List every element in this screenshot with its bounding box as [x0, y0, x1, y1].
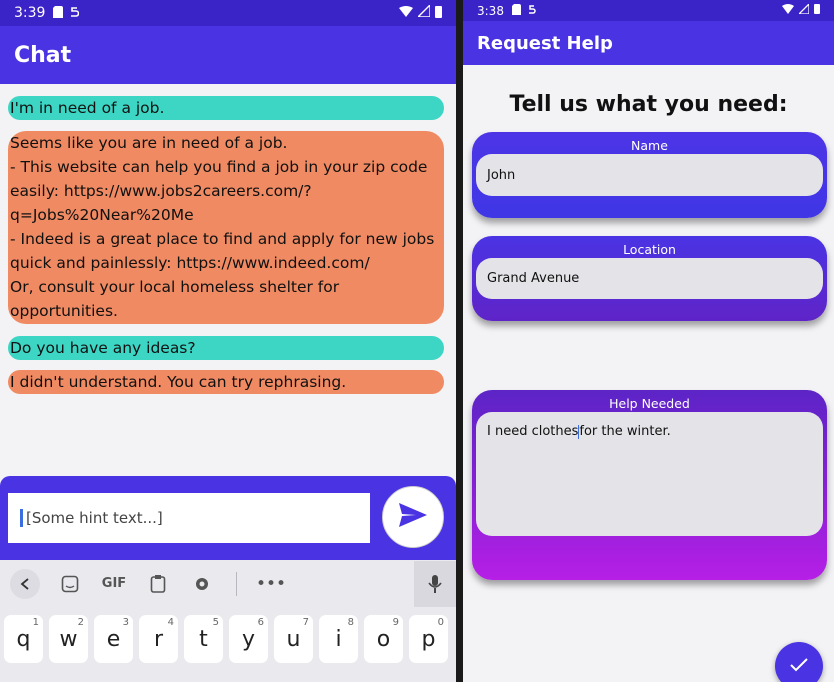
help-needed-card: Help Needed I need clothesfor the winter…: [472, 390, 827, 580]
app-bar: Request Help: [463, 21, 834, 65]
location-field[interactable]: Grand Avenue: [476, 258, 823, 299]
checkmark-icon: [790, 657, 808, 676]
location-label: Location: [623, 242, 676, 257]
sd-card-icon: [511, 3, 521, 18]
gear-icon[interactable]: [180, 564, 224, 604]
chat-screen: 3:39 Chat I'm in need of a job. Seems li…: [0, 0, 456, 682]
page-title: Request Help: [477, 32, 613, 54]
form-heading: Tell us what you need:: [509, 92, 788, 117]
s-notification-icon: [527, 4, 536, 18]
help-needed-label: Help Needed: [609, 396, 690, 411]
location-card: Location Grand Avenue: [472, 236, 827, 321]
location-value: Grand Avenue: [487, 271, 580, 286]
keyboard-toolbar: GIF •••: [0, 560, 456, 607]
message-text: I'm in need of a job.: [10, 99, 165, 117]
battery-icon: [814, 3, 820, 18]
submit-button[interactable]: [775, 642, 823, 682]
send-icon: [398, 502, 428, 532]
key-q[interactable]: 1q: [4, 615, 43, 663]
key-e[interactable]: 3e: [94, 615, 133, 663]
app-bar: Chat: [0, 26, 456, 84]
message-bubble-bot: Seems like you are in need of a job. - T…: [8, 131, 444, 324]
help-needed-field[interactable]: I need clothesfor the winter.: [476, 412, 823, 536]
more-icon[interactable]: •••: [249, 564, 293, 604]
sticker-icon[interactable]: [48, 564, 92, 604]
message-composer: [Some hint text...]: [0, 476, 456, 560]
key-i[interactable]: 8i: [319, 615, 358, 663]
status-bar: 3:39: [0, 0, 456, 26]
key-w[interactable]: 2w: [49, 615, 88, 663]
status-time: 3:38: [477, 3, 504, 18]
sd-card-icon: [53, 5, 64, 21]
name-value: John: [487, 167, 516, 183]
key-t[interactable]: 5t: [184, 615, 223, 663]
signal-icon: [797, 2, 810, 18]
text-caret: [20, 509, 23, 527]
keyboard-keys: 1q 2w 3e 4r 5t 6y 7u 8i 9o 0p: [0, 607, 456, 682]
status-bar: 3:38: [463, 0, 834, 21]
help-needed-value-end: for the winter.: [579, 424, 671, 439]
clipboard-icon[interactable]: [136, 564, 180, 604]
message-text: Do you have any ideas?: [10, 339, 196, 357]
help-needed-value-start: I need clothes: [487, 424, 579, 439]
message-input-hint: [Some hint text...]: [26, 509, 163, 527]
send-button[interactable]: [382, 486, 444, 548]
page-title: Chat: [14, 42, 72, 68]
message-bubble-user: I'm in need of a job.: [8, 96, 444, 120]
key-p[interactable]: 0p: [409, 615, 448, 663]
name-card: Name John: [472, 132, 827, 218]
message-bubble-user: Do you have any ideas?: [8, 336, 444, 360]
toolbar-divider: [236, 571, 237, 596]
gif-button[interactable]: GIF: [92, 564, 136, 604]
mic-icon[interactable]: [414, 560, 456, 607]
s-notification-icon: [69, 6, 80, 21]
key-o[interactable]: 9o: [364, 615, 403, 663]
chevron-left-icon[interactable]: [10, 568, 40, 599]
signal-icon: [416, 3, 431, 21]
message-input[interactable]: [Some hint text...]: [8, 493, 370, 543]
battery-icon: [435, 5, 442, 22]
message-bubble-bot: I didn't understand. You can try rephras…: [8, 370, 444, 394]
message-text: Seems like you are in need of a job. - T…: [10, 134, 435, 320]
message-text: I didn't understand. You can try rephras…: [10, 373, 347, 391]
wifi-icon: [782, 3, 794, 18]
name-field[interactable]: John: [476, 154, 823, 196]
status-time: 3:39: [14, 5, 46, 21]
request-help-screen: 3:38 Request Help Tell us what you need:…: [463, 0, 834, 682]
wifi-icon: [399, 5, 413, 21]
key-y[interactable]: 6y: [229, 615, 268, 663]
name-label: Name: [631, 138, 668, 153]
key-r[interactable]: 4r: [139, 615, 178, 663]
key-u[interactable]: 7u: [274, 615, 313, 663]
